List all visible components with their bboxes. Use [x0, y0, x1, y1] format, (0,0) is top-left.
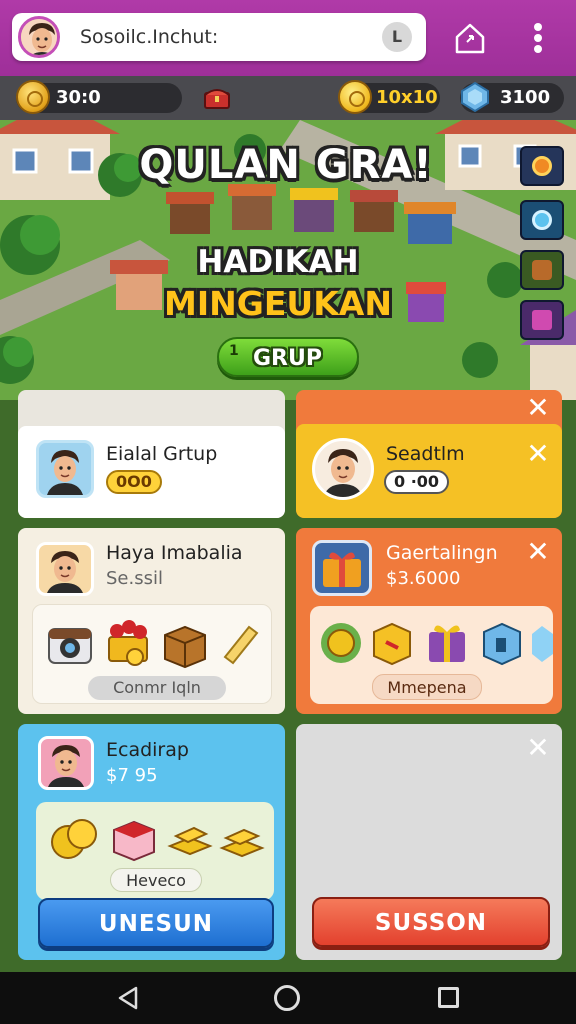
card-title: Gaertalingn — [386, 542, 498, 564]
card-haya-imabalia[interactable]: Haya Imabalia Se.ssil Conmr Iqln — [18, 528, 285, 714]
gold-coins-icon — [51, 819, 97, 859]
gold-nugget-icon — [338, 80, 372, 114]
close-icon[interactable]: ✕ — [526, 394, 550, 422]
shop-chest-icon[interactable] — [203, 84, 231, 110]
card-title: Haya Imabalia — [106, 542, 243, 564]
side-clock-button[interactable] — [520, 200, 564, 240]
avatar — [312, 438, 374, 500]
back-triangle-icon[interactable] — [117, 986, 139, 1010]
avatar — [38, 736, 94, 790]
card-gaertalingn[interactable]: ✕ Gaertalingn $3.6000 Mmepena — [296, 528, 562, 714]
card-empty-slot[interactable]: ✕ SUSSON — [296, 724, 562, 960]
camera-icon — [48, 628, 92, 664]
card-price: $3.6000 — [386, 568, 461, 589]
currency-bar: 30:0 10x10 3100 — [0, 76, 576, 120]
scroll-icon — [223, 625, 259, 665]
system-nav-bar — [0, 972, 576, 1024]
gift-cube-icon — [113, 820, 155, 862]
card-ecadirap[interactable]: Ecadirap $7 95 Heveco UNESUN — [18, 724, 285, 960]
event-subtitle-1: HADIKAH — [197, 244, 359, 280]
coin-counter[interactable]: 30:0 — [16, 80, 182, 114]
avatar — [36, 440, 94, 498]
coin-value-badge: 0O0 — [106, 470, 162, 494]
coin-count: 30:0 — [56, 87, 101, 108]
crate-icon — [164, 625, 206, 669]
event-subtitle-2: MINGEUKAN — [164, 284, 392, 323]
close-icon[interactable]: ✕ — [526, 734, 550, 762]
close-icon[interactable]: ✕ — [526, 538, 550, 566]
confirm-button[interactable]: Conmr Iqln — [88, 676, 226, 700]
gold-box-icon — [373, 622, 411, 666]
card-price: $7 95 — [106, 765, 158, 786]
coin-badge-icon — [321, 623, 361, 663]
value-badge: 0 ·00 — [384, 470, 450, 494]
blue-box-icon — [483, 622, 521, 666]
gold-count: 10x10 — [376, 87, 438, 108]
card-title: Seadtlm — [386, 443, 465, 465]
grup-button-number: 1 — [229, 343, 239, 359]
grup-button[interactable]: 1 GRUP — [217, 337, 359, 377]
home-circle-icon[interactable] — [274, 985, 300, 1011]
gem-counter[interactable]: 3100 — [460, 81, 564, 113]
gold-counter[interactable]: 10x10 — [338, 80, 440, 114]
gold-bars-icon — [167, 826, 213, 856]
recent-square-icon[interactable] — [438, 987, 459, 1008]
avatar[interactable] — [18, 16, 60, 58]
cherries-basket-icon — [108, 620, 148, 666]
more-vertical-icon[interactable] — [528, 20, 548, 56]
unesun-button[interactable]: UNESUN — [38, 898, 274, 948]
susson-button[interactable]: SUSSON — [312, 897, 550, 947]
home-icon[interactable] — [452, 20, 488, 56]
search-box[interactable]: Sosoilc.Inchut: L — [12, 13, 426, 61]
game-title: QULAN GRA! — [139, 142, 433, 188]
gold-bars-icon — [219, 828, 265, 858]
card-seadtlm[interactable]: ✕ ✕ Seadtlm 0 ·00 — [296, 390, 562, 518]
avatar — [36, 542, 94, 596]
app-bar: Sosoilc.Inchut: L — [0, 0, 576, 76]
grup-button-label: GRUP — [253, 346, 322, 371]
card-subtitle: Se.ssil — [106, 568, 163, 589]
gem-count: 3100 — [500, 87, 551, 108]
close-icon[interactable]: ✕ — [526, 440, 550, 468]
mmepena-button[interactable]: Mmepena — [372, 674, 482, 700]
search-button[interactable]: L — [382, 22, 412, 52]
search-text[interactable]: Sosoilc.Inchut: — [80, 26, 218, 48]
gem-icon — [461, 81, 489, 113]
heveco-badge[interactable]: Heveco — [110, 868, 202, 892]
card-title: Eialal Grtup — [106, 443, 218, 465]
card-title: Ecadirap — [106, 739, 189, 761]
gem-icon — [532, 626, 553, 662]
purple-gift-icon — [429, 625, 465, 662]
card-group-chat[interactable]: Eialal Grtup 0O0 — [18, 390, 285, 518]
coin-icon — [16, 80, 50, 114]
gift-box-icon — [312, 540, 372, 596]
